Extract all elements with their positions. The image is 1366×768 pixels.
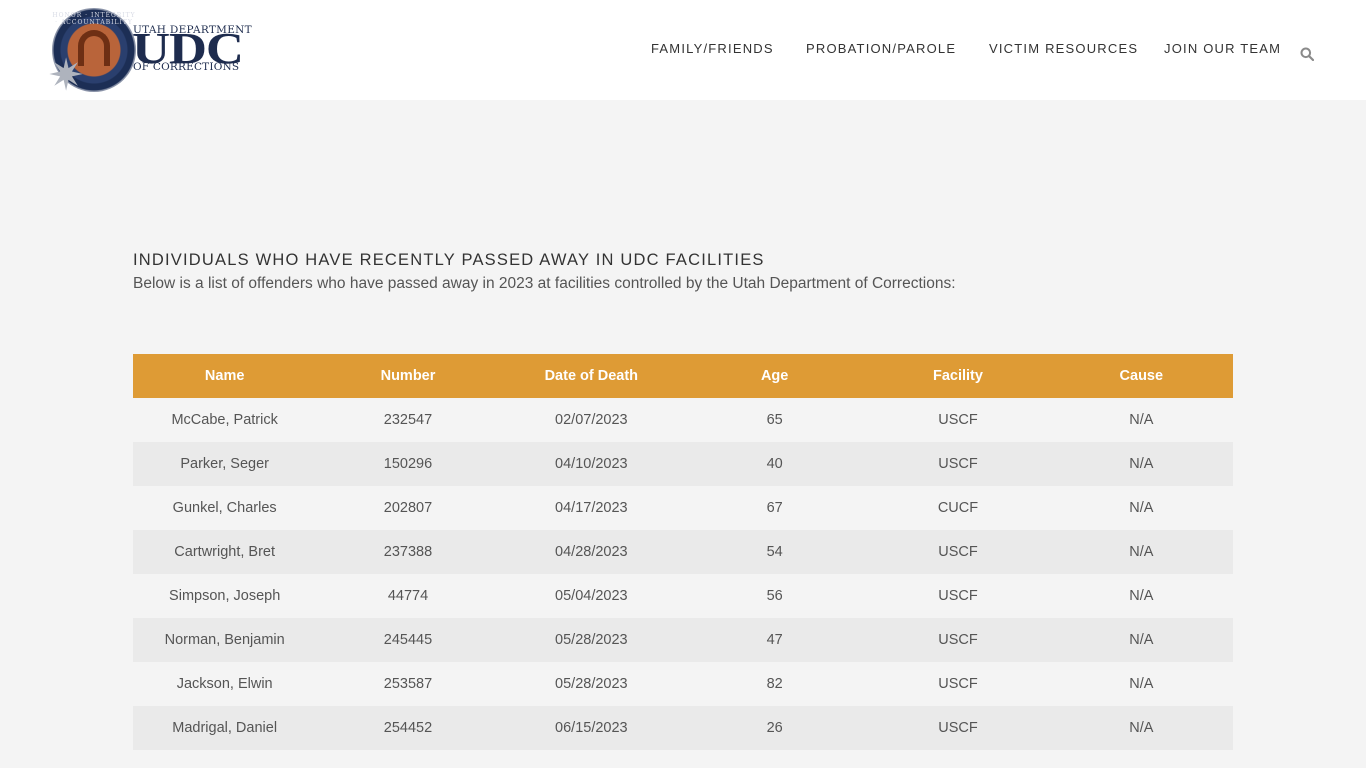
column-header-number: Number <box>380 368 436 384</box>
page-subtitle: Below is a list of offenders who have pa… <box>133 275 956 292</box>
cell-date-of-death: 05/28/2023 <box>555 676 628 692</box>
cell-cause: N/A <box>1129 544 1154 560</box>
cell-name: Norman, Benjamin <box>164 632 285 648</box>
cell-date-of-death: 02/07/2023 <box>555 412 628 428</box>
cell-cause: N/A <box>1129 588 1154 604</box>
cell-age: 40 <box>766 456 783 472</box>
cell-number: 254452 <box>383 720 433 736</box>
cell-facility: USCF <box>938 456 978 472</box>
cell-facility: USCF <box>938 720 978 736</box>
page-title: INDIVIDUALS WHO HAVE RECENTLY PASSED AWA… <box>133 251 765 269</box>
cell-name: Gunkel, Charles <box>172 500 277 516</box>
cell-number: 150296 <box>383 456 433 472</box>
cell-facility: USCF <box>938 632 978 648</box>
cell-date-of-death: 05/04/2023 <box>555 588 628 604</box>
cell-name: Simpson, Joseph <box>169 588 281 604</box>
table-body: McCabe, Patrick 232547 02/07/2023 65 USCF N/A… <box>133 398 1233 750</box>
table-row: Gunkel, Charles 202807 04/17/2023 67 CUCF N/A <box>133 486 1233 530</box>
nav-join-our-team[interactable]: JOIN OUR TEAM <box>1164 41 1281 59</box>
cell-facility: USCF <box>938 676 978 692</box>
cell-name: Cartwright, Bret <box>174 544 276 560</box>
cell-age: 67 <box>766 500 783 516</box>
cell-cause: N/A <box>1129 676 1154 692</box>
nav-victim-resources[interactable]: VICTIM RESOURCES <box>989 41 1138 59</box>
cell-number: 237388 <box>383 544 433 560</box>
cell-cause: N/A <box>1129 500 1154 516</box>
cell-date-of-death: 04/28/2023 <box>555 544 628 560</box>
cell-date-of-death: 05/28/2023 <box>555 632 628 648</box>
cell-cause: N/A <box>1129 456 1154 472</box>
table-row: Madrigal, Daniel 254452 06/15/2023 26 USCF N/… <box>133 706 1233 750</box>
cell-date-of-death: 06/15/2023 <box>555 720 628 736</box>
cell-facility: USCF <box>938 412 978 428</box>
seal-motto: HONOR · INTEGRITY · ACCOUNTABILITY <box>52 12 136 26</box>
cell-facility: USCF <box>938 544 978 560</box>
cell-age: 65 <box>766 412 783 428</box>
cell-number: 253587 <box>383 676 433 692</box>
table-row: Simpson, Joseph 44774 05/04/2023 56 USCF N/A <box>133 574 1233 618</box>
cell-cause: N/A <box>1129 412 1154 428</box>
cell-facility: CUCF <box>937 500 979 516</box>
table-row: Parker, Seger 150296 04/10/2023 40 USCF N/A <box>133 442 1233 486</box>
column-header-name: Name <box>204 368 245 384</box>
table-row: Cartwright, Bret 237388 04/28/2023 54 USCF N/… <box>133 530 1233 574</box>
cell-facility: USCF <box>938 588 978 604</box>
cell-age: 82 <box>766 676 783 692</box>
cell-age: 56 <box>766 588 783 604</box>
column-header-age: Age <box>760 368 789 384</box>
nav-family-friends[interactable]: FAMILY/FRIENDS <box>651 41 774 59</box>
search-icon[interactable] <box>1300 47 1314 61</box>
cell-number: 232547 <box>383 412 433 428</box>
column-header-cause: Cause <box>1119 368 1164 384</box>
cell-cause: N/A <box>1129 720 1154 736</box>
table-row: Norman, Benjamin 245445 05/28/2023 47 USCF N/… <box>133 618 1233 662</box>
udc-logo[interactable]: HONOR · INTEGRITY · ACCOUNTABILITY ✷ UTA… <box>44 6 252 101</box>
cell-number: 202807 <box>383 500 433 516</box>
cell-cause: N/A <box>1129 632 1154 648</box>
table-header: Name Number Date of Death Age Facility C… <box>133 354 1233 398</box>
cell-name: Jackson, Elwin <box>176 676 273 692</box>
cell-date-of-death: 04/17/2023 <box>555 500 628 516</box>
site-header: HONOR · INTEGRITY · ACCOUNTABILITY ✷ UTA… <box>0 0 1366 100</box>
cell-number: 44774 <box>387 588 429 604</box>
cell-age: 47 <box>766 632 783 648</box>
cell-name: Madrigal, Daniel <box>172 720 278 736</box>
badge-star-icon: ✷ <box>47 50 85 101</box>
column-header-facility: Facility <box>932 368 983 384</box>
cell-age: 54 <box>766 544 783 560</box>
cell-name: Parker, Seger <box>180 456 269 472</box>
cell-date-of-death: 04/10/2023 <box>555 456 628 472</box>
cell-number: 245445 <box>383 632 433 648</box>
cell-age: 26 <box>766 720 783 736</box>
nav-probation-parole[interactable]: PROBATION/PAROLE <box>806 41 956 59</box>
table-row: Jackson, Elwin 253587 05/28/2023 82 USCF N/A <box>133 662 1233 706</box>
column-header-date-of-death: Date of Death <box>544 368 639 384</box>
logo-line-bottom: OF CORRECTIONS <box>133 61 240 73</box>
table-row: McCabe, Patrick 232547 02/07/2023 65 USCF N/A <box>133 398 1233 442</box>
deaths-table: Name Number Date of Death Age Facility C… <box>133 354 1233 750</box>
cell-name: McCabe, Patrick <box>171 412 278 428</box>
